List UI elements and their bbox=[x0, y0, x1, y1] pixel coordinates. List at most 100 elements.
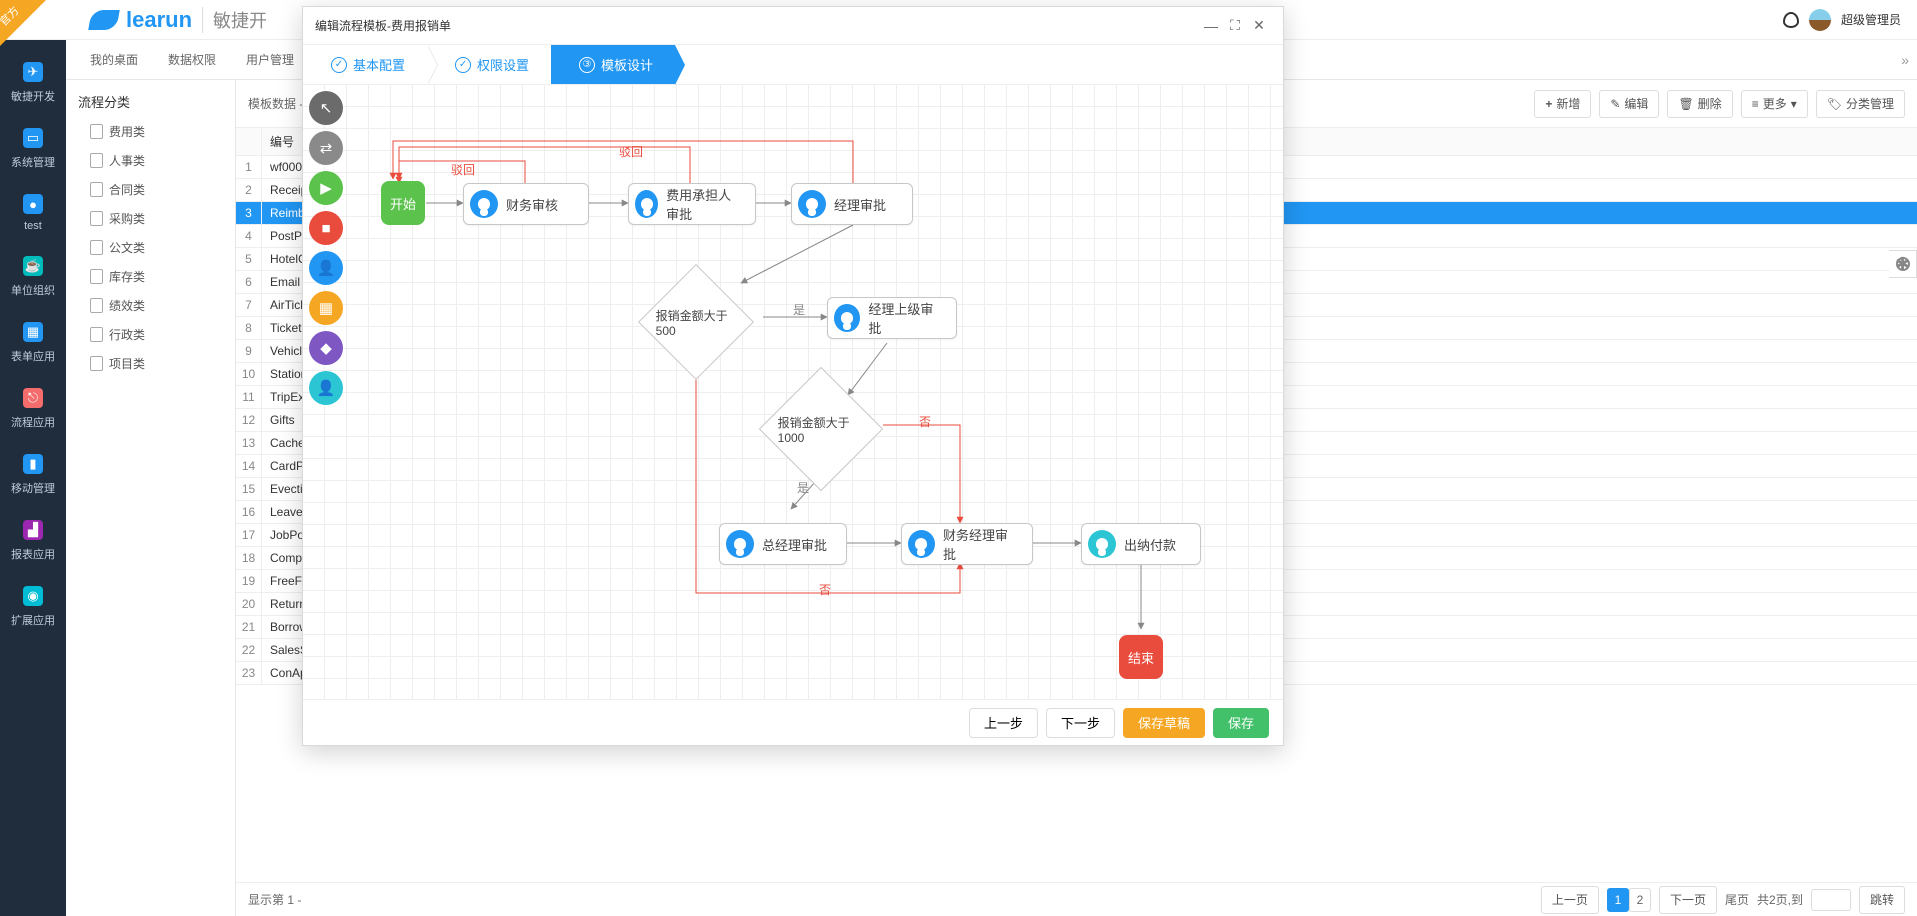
vnav-label: 敏捷开发 bbox=[11, 88, 55, 104]
username[interactable]: 超级管理员 bbox=[1841, 11, 1901, 28]
prev-page-button[interactable]: 上一页 bbox=[1541, 886, 1599, 914]
table-footer: 显示第 1 - 上一页 12 下一页 尾页 共2页,到 跳转 bbox=[236, 882, 1917, 916]
delete-button[interactable]: 🗑 删除 bbox=[1667, 90, 1732, 118]
tree-item[interactable]: 公文类 bbox=[66, 233, 235, 262]
vnav-icon: ▦ bbox=[23, 322, 43, 342]
row-index: 12 bbox=[236, 409, 262, 431]
brand-name: learun bbox=[126, 7, 192, 33]
tree-item[interactable]: 采购类 bbox=[66, 204, 235, 233]
tree-item[interactable]: 项目类 bbox=[66, 349, 235, 378]
vnav-item[interactable]: ⎋流程应用 bbox=[0, 376, 66, 442]
workspace-tab[interactable]: 用户管理 bbox=[246, 40, 294, 80]
wizard-step[interactable]: ✓权限设置 bbox=[427, 45, 551, 84]
palette-tool[interactable]: ▦ bbox=[309, 291, 343, 325]
total-pages: 共2页,到 bbox=[1757, 891, 1803, 908]
approval-node-senior-manager[interactable]: 经理上级审批 bbox=[827, 297, 957, 339]
minimize-icon[interactable]: — bbox=[1199, 14, 1223, 38]
palette-tool[interactable]: ⇄ bbox=[309, 131, 343, 165]
modal-footer: 上一步 下一步 保存草稿 保存 bbox=[303, 699, 1283, 745]
person-icon bbox=[834, 304, 860, 332]
tree-item[interactable]: 合同类 bbox=[66, 175, 235, 204]
vnav-label: 报表应用 bbox=[11, 546, 55, 562]
approval-node-finance-manager[interactable]: 财务经理审批 bbox=[901, 523, 1033, 565]
workflow-editor-modal: 编辑流程模板-费用报销单 — ⛶ ✕ ✓基本配置✓权限设置③模板设计 ↖ ⇄ ▶ ■ 👤… bbox=[302, 6, 1284, 746]
wizard-step[interactable]: ③模板设计 bbox=[551, 45, 675, 84]
tree-item[interactable]: 行政类 bbox=[66, 320, 235, 349]
workflow-canvas[interactable]: ↖ ⇄ ▶ ■ 👤 ▦ ◆ 👤 bbox=[303, 85, 1283, 699]
approval-node-finance-review[interactable]: 财务审核 bbox=[463, 183, 589, 225]
page-number[interactable]: 2 bbox=[1629, 888, 1651, 912]
palette-tool[interactable]: 👤 bbox=[309, 251, 343, 285]
page-number[interactable]: 1 bbox=[1607, 888, 1629, 912]
modal-header: 编辑流程模板-费用报销单 — ⛶ ✕ bbox=[303, 7, 1283, 45]
brand-subtitle: 敏捷开 bbox=[202, 7, 267, 33]
goto-page-input[interactable] bbox=[1811, 889, 1851, 911]
category-manage-button[interactable]: 🏷 分类管理 bbox=[1816, 90, 1905, 118]
vnav-icon: ▭ bbox=[23, 128, 43, 148]
end-node[interactable]: 结束 bbox=[1119, 635, 1163, 679]
vnav-item[interactable]: ▦表单应用 bbox=[0, 310, 66, 376]
add-button[interactable]: 新增 bbox=[1534, 90, 1591, 118]
palette-tool[interactable]: ■ bbox=[309, 211, 343, 245]
step-label: 基本配置 bbox=[353, 55, 405, 74]
next-step-button[interactable]: 下一步 bbox=[1046, 708, 1115, 738]
step-label: 模板设计 bbox=[601, 55, 653, 74]
settings-gear-icon[interactable] bbox=[1889, 250, 1917, 278]
approval-node-gm[interactable]: 总经理审批 bbox=[719, 523, 847, 565]
vnav-item[interactable]: ▟报表应用 bbox=[0, 508, 66, 574]
row-index: 1 bbox=[236, 156, 262, 178]
save-button[interactable]: 保存 bbox=[1213, 708, 1269, 738]
condition-node-1000[interactable]: 报销金额大于1000 bbox=[759, 367, 883, 491]
row-index: 18 bbox=[236, 547, 262, 569]
maximize-icon[interactable]: ⛶ bbox=[1223, 14, 1247, 38]
prev-step-button[interactable]: 上一步 bbox=[969, 708, 1038, 738]
header-blank bbox=[236, 128, 262, 155]
wizard-step[interactable]: ✓基本配置 bbox=[303, 45, 427, 84]
more-button[interactable]: ≡ 更多 ▾ bbox=[1741, 90, 1808, 118]
last-page-link[interactable]: 尾页 bbox=[1725, 891, 1749, 908]
vnav-item[interactable]: ☕单位组织 bbox=[0, 244, 66, 310]
edge-label-reject: 驳回 bbox=[619, 143, 643, 160]
tree-item[interactable]: 费用类 bbox=[66, 117, 235, 146]
vnav-item[interactable]: ▮移动管理 bbox=[0, 442, 66, 508]
row-index: 10 bbox=[236, 363, 262, 385]
edit-button[interactable]: ✎ 编辑 bbox=[1599, 90, 1659, 118]
next-page-button[interactable]: 下一页 bbox=[1659, 886, 1717, 914]
condition-node-500[interactable]: 报销金额大于500 bbox=[638, 264, 754, 380]
vnav-icon: ☕ bbox=[23, 256, 43, 276]
tabs-collapse-icon[interactable]: » bbox=[1901, 52, 1909, 68]
palette-tool[interactable]: ▶ bbox=[309, 171, 343, 205]
goto-page-button[interactable]: 跳转 bbox=[1859, 886, 1905, 914]
vnav-item[interactable]: ◉扩展应用 bbox=[0, 574, 66, 640]
palette-tool[interactable]: ◆ bbox=[309, 331, 343, 365]
vnav-item[interactable]: ●test bbox=[0, 182, 66, 244]
save-draft-button[interactable]: 保存草稿 bbox=[1123, 708, 1205, 738]
tree-item[interactable]: 人事类 bbox=[66, 146, 235, 175]
vnav-label: 扩展应用 bbox=[11, 612, 55, 628]
avatar[interactable] bbox=[1809, 9, 1831, 31]
workspace-tab[interactable]: 我的桌面 bbox=[90, 40, 138, 80]
vnav-icon: ▮ bbox=[23, 454, 43, 474]
close-icon[interactable]: ✕ bbox=[1247, 14, 1271, 38]
palette-tool[interactable]: 👤 bbox=[309, 371, 343, 405]
tree-item[interactable]: 库存类 bbox=[66, 262, 235, 291]
row-index: 14 bbox=[236, 455, 262, 477]
tree-item[interactable]: 绩效类 bbox=[66, 291, 235, 320]
start-node[interactable]: 开始 bbox=[381, 181, 425, 225]
row-index: 2 bbox=[236, 179, 262, 201]
edge-label-no: 否 bbox=[919, 413, 931, 430]
toolbar-title: 模板数据 - bbox=[248, 95, 303, 112]
approval-node-manager[interactable]: 经理审批 bbox=[791, 183, 913, 225]
row-index: 9 bbox=[236, 340, 262, 362]
palette-tool[interactable]: ↖ bbox=[309, 91, 343, 125]
vnav-item[interactable]: ✈敏捷开发 bbox=[0, 50, 66, 116]
vnav-item[interactable]: ▭系统管理 bbox=[0, 116, 66, 182]
approval-node-cashier[interactable]: 出纳付款 bbox=[1081, 523, 1201, 565]
bell-icon[interactable] bbox=[1783, 12, 1799, 28]
approval-node-expense-owner[interactable]: 费用承担人审批 bbox=[628, 183, 756, 225]
person-icon bbox=[726, 530, 754, 558]
edge-label-no: 否 bbox=[819, 581, 831, 598]
official-corner-tag: 官方 bbox=[0, 0, 46, 46]
workspace-tab[interactable]: 数据权限 bbox=[168, 40, 216, 80]
modal-title: 编辑流程模板-费用报销单 bbox=[315, 17, 451, 34]
